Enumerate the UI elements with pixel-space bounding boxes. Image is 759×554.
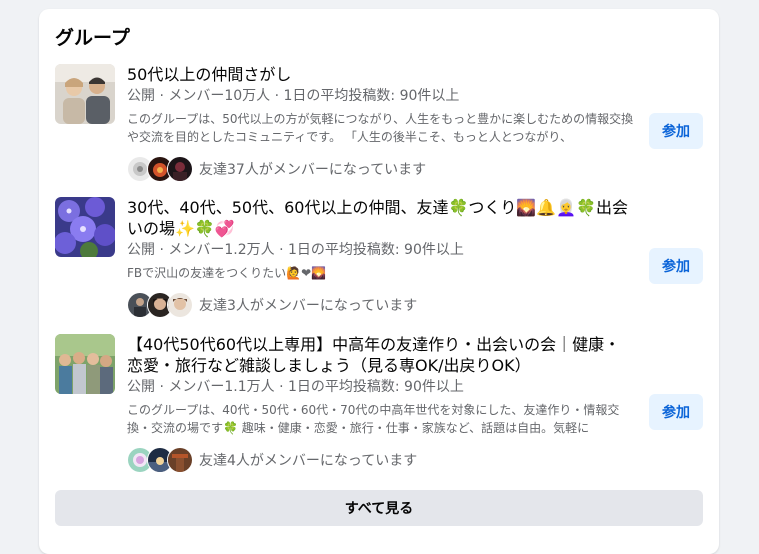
join-button[interactable]: 参加 [649,248,703,284]
group-name[interactable]: 50代以上の仲間さがし [127,64,635,85]
friends-count-text: 友達3人がメンバーになっています [199,298,418,314]
group-item: 【40代50代60代以上専用】中高年の友達作り・出会いの会｜健康・恋愛・旅行など… [55,334,703,473]
group-thumbnail[interactable] [55,334,115,394]
group-info: 30代、40代、50代、60代以上の仲間、友達🍀つくり🌄🔔👩‍🦳🍀出会いの場✨🍀… [127,197,635,318]
friend-avatars [127,292,193,318]
group-name[interactable]: 【40代50代60代以上専用】中高年の友達作り・出会いの会｜健康・恋愛・旅行など… [127,334,635,376]
group-info: 【40代50代60代以上専用】中高年の友達作り・出会いの会｜健康・恋愛・旅行など… [127,334,635,473]
avatar [167,156,193,182]
friends-row: 友達4人がメンバーになっています [127,447,635,473]
group-description: このグループは、50代以上の方が気軽につながり、人生をもっと豊かに楽しむための情… [127,112,634,144]
friends-count-text: 友達37人がメンバーになっています [199,162,427,178]
group-thumbnail[interactable] [55,197,115,257]
avatar [167,447,193,473]
group-meta: 公開 · メンバー1.2万人 · 1日の平均投稿数: 90件以上 [127,242,464,258]
group-info: 50代以上の仲間さがし 公開 · メンバー10万人 · 1日の平均投稿数: 90… [127,64,635,182]
friend-avatars [127,447,193,473]
group-name[interactable]: 30代、40代、50代、60代以上の仲間、友達🍀つくり🌄🔔👩‍🦳🍀出会いの場✨🍀… [127,197,635,239]
group-item: 50代以上の仲間さがし 公開 · メンバー10万人 · 1日の平均投稿数: 90… [55,64,703,182]
avatar [167,292,193,318]
group-meta: 公開 · メンバー10万人 · 1日の平均投稿数: 90件以上 [127,88,460,104]
join-button[interactable]: 参加 [649,113,703,149]
group-description: このグループは、40代・50代・60代・70代の中高年世代を対象にした、友達作り… [127,403,620,435]
group-meta: 公開 · メンバー1.1万人 · 1日の平均投稿数: 90件以上 [127,379,464,395]
friend-avatars [127,156,193,182]
group-item: 30代、40代、50代、60代以上の仲間、友達🍀つくり🌄🔔👩‍🦳🍀出会いの場✨🍀… [55,197,703,322]
friends-row: 友達3人がメンバーになっています [127,292,635,318]
group-thumbnail[interactable] [55,64,115,124]
group-description: FBで沢山の友達をつくりたい🙋❤🌄 [127,266,327,280]
groups-card: グループ 50代以上の仲間さがし 公開 · メンバー10万人 · 1日の平均投稿… [39,9,719,554]
join-button[interactable]: 参加 [649,394,703,430]
friends-row: 友達37人がメンバーになっています [127,156,635,182]
section-title: グループ [55,27,130,49]
friends-count-text: 友達4人がメンバーになっています [199,453,418,469]
see-all-button[interactable]: すべて見る [55,490,703,526]
